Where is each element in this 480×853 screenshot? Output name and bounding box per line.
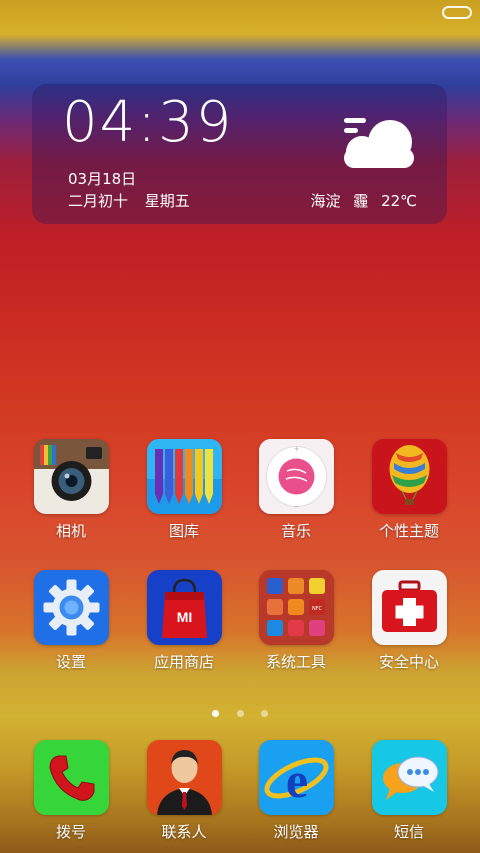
- app-label: 安全中心: [378, 653, 439, 671]
- app-label: 应用商店: [153, 653, 214, 671]
- lunar-date: 二月初十: [68, 192, 129, 210]
- app-label: 图库: [168, 522, 199, 540]
- svg-text:MI: MI: [176, 609, 192, 625]
- weather-temperature: 22℃: [381, 192, 417, 210]
- app-messages[interactable]: 短信: [359, 740, 459, 842]
- app-dialer[interactable]: 拨号: [21, 740, 121, 842]
- date-text: 03月18日: [68, 170, 137, 188]
- svg-text:NFC: NFC: [311, 606, 322, 612]
- app-music[interactable]: + − 音乐: [246, 439, 346, 541]
- page-dot[interactable]: [236, 710, 244, 717]
- folder-icon: NFC: [258, 570, 334, 645]
- app-label: 短信: [393, 823, 424, 841]
- page-dot[interactable]: [260, 710, 268, 717]
- page-indicator: [0, 702, 480, 721]
- app-store[interactable]: MI 应用商店: [134, 570, 234, 672]
- app-label: 音乐: [280, 522, 311, 540]
- weather-condition: 霾: [353, 192, 369, 210]
- shopping-bag-icon: MI: [146, 570, 222, 645]
- app-camera[interactable]: 相机: [21, 439, 121, 541]
- cloud-weather-icon: [338, 112, 420, 172]
- clock-time: 04:39: [62, 90, 234, 155]
- weather-location: 海淀: [310, 192, 341, 210]
- app-label: 相机: [55, 522, 86, 540]
- contact-person-icon: [146, 740, 222, 815]
- app-label: 浏览器: [273, 823, 319, 841]
- status-toggle-icon[interactable]: [442, 6, 472, 19]
- app-settings[interactable]: 设置: [21, 570, 121, 672]
- message-bubble-icon: [371, 740, 447, 815]
- clock-weather-widget[interactable]: 04:39 03月18日 二月初十 星期五 海淀 霾 22℃: [32, 84, 447, 224]
- app-themes[interactable]: 个性主题: [359, 439, 459, 541]
- svg-text:+: +: [293, 445, 299, 453]
- gear-icon: [33, 570, 109, 645]
- phone-icon: [33, 740, 109, 815]
- camera-icon: [33, 439, 109, 514]
- gallery-pencils-icon: [146, 439, 222, 514]
- music-player-icon: + −: [258, 439, 334, 514]
- svg-text:−: −: [293, 503, 299, 511]
- first-aid-icon: [371, 570, 447, 645]
- app-contacts[interactable]: 联系人: [134, 740, 234, 842]
- app-label: 拨号: [55, 823, 86, 841]
- app-label: 个性主题: [378, 522, 439, 540]
- app-label: 设置: [55, 653, 86, 671]
- app-gallery[interactable]: 图库: [134, 439, 234, 541]
- app-system-tools-folder[interactable]: NFC 系统工具: [246, 570, 346, 672]
- browser-e-icon: e: [258, 740, 334, 815]
- app-label: 联系人: [161, 823, 207, 841]
- app-browser[interactable]: e 浏览器: [246, 740, 346, 842]
- weekday: 星期五: [144, 192, 190, 210]
- app-label: 系统工具: [265, 653, 326, 671]
- hot-air-balloon-icon: [371, 439, 447, 514]
- svg-text:e: e: [285, 752, 307, 808]
- page-dot-active[interactable]: [212, 710, 220, 717]
- app-security-center[interactable]: 安全中心: [359, 570, 459, 672]
